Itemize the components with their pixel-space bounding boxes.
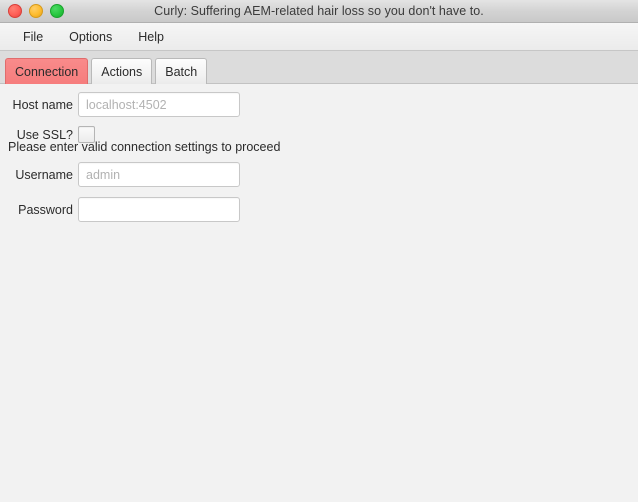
application-window: Curly: Suffering AEM-related hair loss s… bbox=[0, 0, 638, 502]
close-window-button[interactable] bbox=[8, 4, 22, 18]
password-label: Password bbox=[18, 202, 73, 217]
menu-item-help[interactable]: Help bbox=[128, 28, 174, 46]
connection-status-message: Please enter valid connection settings t… bbox=[8, 140, 281, 154]
username-input[interactable] bbox=[78, 162, 240, 187]
minimize-window-button[interactable] bbox=[29, 4, 43, 18]
tab-bar: Connection Actions Batch bbox=[0, 51, 638, 84]
host-name-label: Host name bbox=[12, 97, 73, 112]
menu-item-file[interactable]: File bbox=[13, 28, 53, 46]
window-title: Curly: Suffering AEM-related hair loss s… bbox=[154, 4, 484, 18]
tab-batch[interactable]: Batch bbox=[155, 58, 208, 84]
maximize-window-button[interactable] bbox=[50, 4, 64, 18]
menu-bar: File Options Help bbox=[0, 23, 638, 51]
host-name-input[interactable] bbox=[78, 92, 240, 117]
connection-tab-panel: Host name Use SSL? Username Password Ple… bbox=[0, 84, 638, 502]
host-name-row: Host name bbox=[0, 92, 240, 117]
title-bar: Curly: Suffering AEM-related hair loss s… bbox=[0, 0, 638, 23]
window-controls bbox=[8, 0, 64, 22]
tab-connection[interactable]: Connection bbox=[5, 58, 89, 84]
tab-actions[interactable]: Actions bbox=[91, 58, 153, 84]
password-input[interactable] bbox=[78, 197, 240, 222]
menu-item-options[interactable]: Options bbox=[59, 28, 122, 46]
username-row: Username bbox=[0, 162, 240, 187]
password-row: Password bbox=[0, 197, 240, 222]
username-label: Username bbox=[15, 167, 73, 182]
